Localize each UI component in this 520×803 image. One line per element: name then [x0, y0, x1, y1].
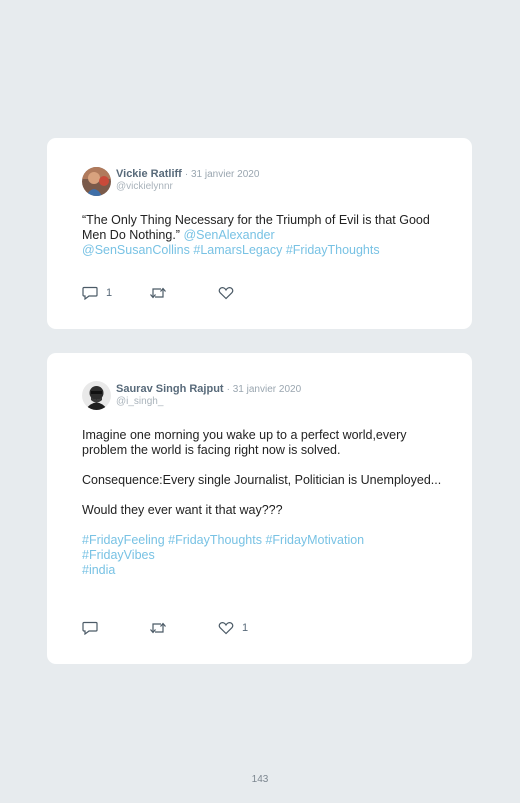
mention-link[interactable]: @SenAlexander — [183, 228, 274, 242]
retweet-button[interactable] — [149, 285, 175, 301]
avatar[interactable] — [82, 381, 111, 410]
hashtag-line: #india — [82, 563, 442, 578]
user-line: Vickie Ratliff · 31 janvier 2020 — [116, 168, 259, 180]
tweet-text: Imagine one morning you wake up to a per… — [82, 428, 442, 578]
reply-button[interactable]: 1 — [82, 285, 112, 301]
retweet-icon — [150, 287, 166, 299]
tweet-text: “The Only Thing Necessary for the Triump… — [82, 213, 442, 258]
tweet-date[interactable]: · 31 janvier 2020 — [227, 384, 302, 395]
retweet-button[interactable] — [149, 620, 175, 636]
hashtag-link[interactable]: #LamarsLegacy — [193, 243, 282, 257]
retweet-icon — [150, 622, 166, 634]
like-button[interactable]: 1 — [218, 620, 248, 636]
like-button[interactable] — [218, 285, 242, 301]
tweet-paragraph: Imagine one morning you wake up to a per… — [82, 428, 407, 457]
user-line: Saurav Singh Rajput · 31 janvier 2020 — [116, 383, 301, 395]
tweet-paragraph: Consequence:Every single Journalist, Pol… — [82, 473, 442, 487]
tweet-card: Saurav Singh Rajput · 31 janvier 2020 @i… — [47, 353, 472, 664]
tweet-actions: 1 — [82, 285, 282, 301]
user-handle[interactable]: @i_singh_ — [116, 396, 163, 407]
hashtag-link[interactable]: #FridayMotivation — [265, 533, 364, 547]
hashtag-link[interactable]: #FridayThoughts — [168, 533, 262, 547]
reply-icon — [82, 621, 98, 635]
reply-button[interactable] — [82, 620, 106, 636]
hashtag-link[interactable]: #FridayThoughts — [286, 243, 380, 257]
hashtag-link[interactable]: #FridayVibes — [82, 548, 155, 562]
tweet-card: Vickie Ratliff · 31 janvier 2020 @vickie… — [47, 138, 472, 329]
user-name[interactable]: Vickie Ratliff — [116, 168, 182, 180]
user-handle[interactable]: @vickielynnr — [116, 181, 173, 192]
hashtag-line: #FridayFeeling #FridayThoughts #FridayMo… — [82, 533, 442, 548]
hashtag-link[interactable]: #FridayFeeling — [82, 533, 165, 547]
reply-icon — [82, 286, 98, 300]
page-number: 143 — [251, 774, 269, 785]
like-count: 1 — [242, 622, 249, 634]
hashtag-line: #FridayVibes — [82, 548, 442, 563]
hashtag-link[interactable]: #india — [82, 563, 115, 577]
tweet-paragraph: Would they ever want it that way??? — [82, 503, 283, 517]
user-name[interactable]: Saurav Singh Rajput — [116, 383, 224, 395]
avatar[interactable] — [82, 167, 111, 196]
heart-icon — [218, 286, 234, 300]
heart-icon — [218, 621, 234, 635]
tweet-date[interactable]: · 31 janvier 2020 — [185, 169, 260, 180]
tweet-actions: 1 — [82, 620, 282, 636]
reply-count: 1 — [106, 287, 113, 299]
mention-link[interactable]: @SenSusanCollins — [82, 243, 190, 257]
